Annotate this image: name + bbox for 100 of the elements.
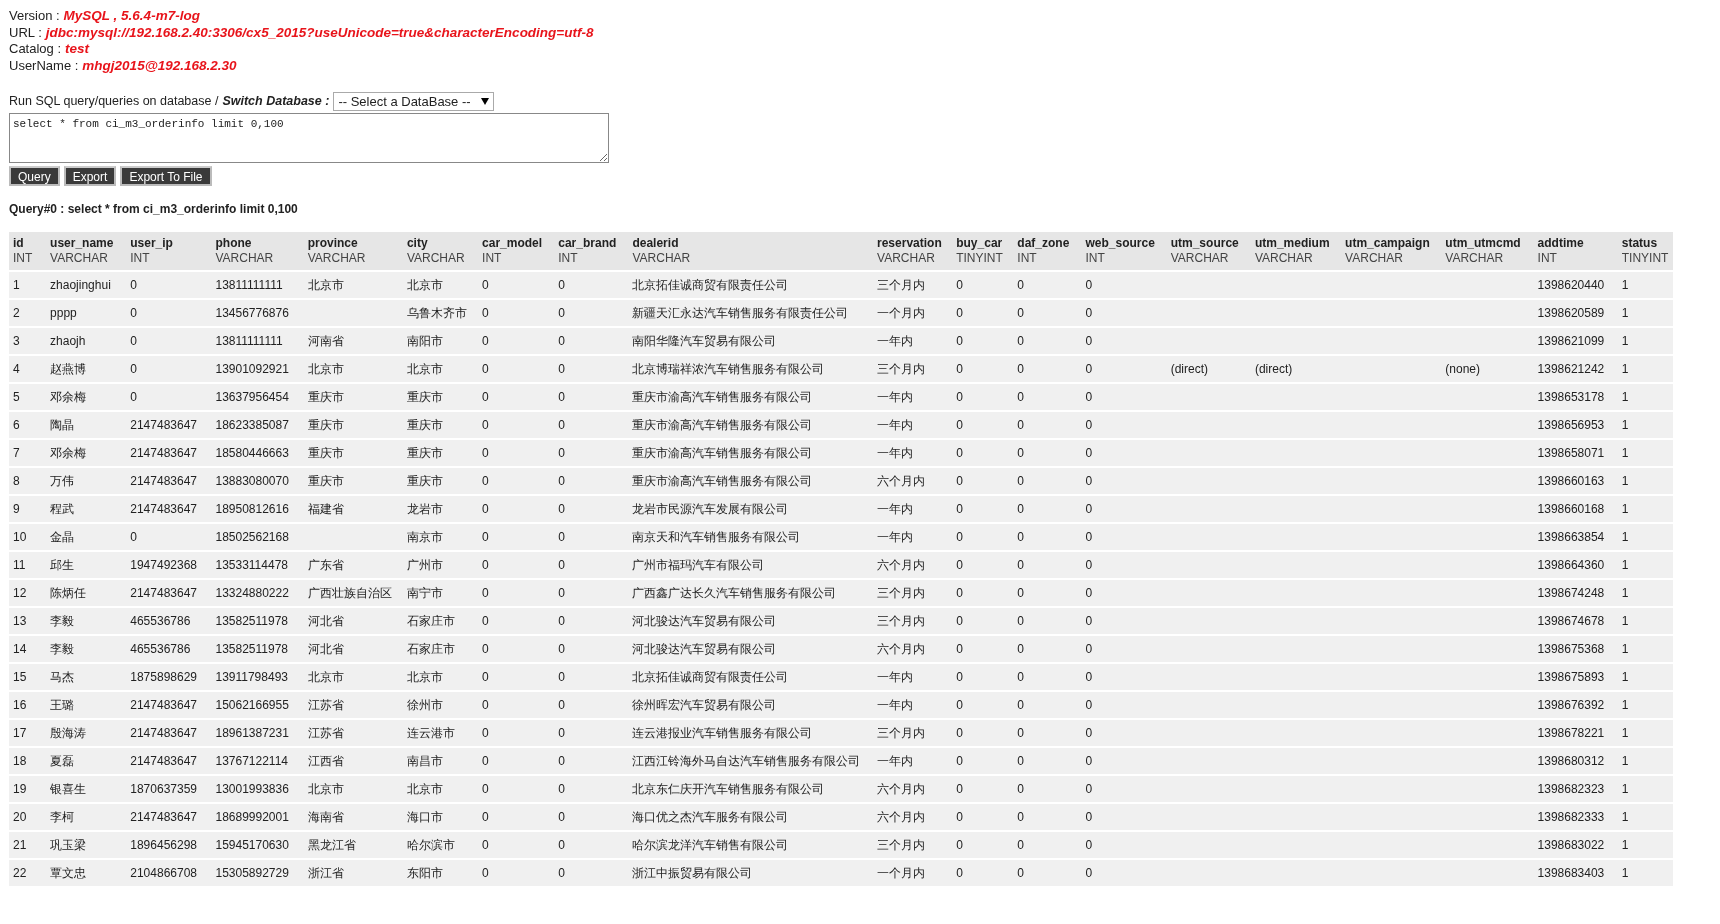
table-cell: 0: [956, 446, 963, 460]
table-cell: 0: [956, 334, 963, 348]
table-cell: 重庆市: [406, 446, 443, 460]
table-cell: 1: [1621, 390, 1629, 404]
table-cell: 1: [1621, 614, 1629, 628]
table-cell: 河北省: [307, 642, 344, 656]
table-cell: 1: [1621, 502, 1629, 516]
table-cell: 0: [130, 362, 137, 376]
table-cell: 0: [482, 586, 489, 600]
table-cell: 0: [558, 754, 565, 768]
column-type: VARCHAR: [1345, 251, 1404, 266]
table-cell: 2147483647: [130, 446, 197, 460]
table-cell: 0: [482, 278, 489, 292]
table-cell: 0: [482, 866, 489, 880]
table-cell: 1398680312: [1537, 754, 1605, 768]
table-cell: 3: [13, 334, 20, 348]
table-cell: 0: [1085, 418, 1093, 432]
table-cell: 18623385087: [215, 418, 289, 432]
table-cell: 13811111111: [215, 334, 283, 348]
table-cell: 海口优之杰汽车服务有限公司: [632, 810, 789, 824]
table-cell: 李毅: [50, 614, 75, 628]
table-cell: 南京市: [406, 530, 443, 544]
table-cell: 陶晶: [50, 418, 75, 432]
table-cell: zhaojh: [50, 334, 86, 348]
table-cell: 一年内: [877, 334, 913, 348]
table-cell: 0: [1085, 306, 1093, 320]
table-cell: 河南省: [307, 334, 344, 348]
table-cell: 14: [13, 642, 27, 656]
database-select[interactable]: -- Select a DataBase --: [333, 92, 494, 111]
table-cell: 13901092921: [215, 362, 289, 376]
action-button[interactable]: Query: [9, 166, 60, 186]
table-cell: 北京拓佳诚商贸有限责任公司: [632, 278, 789, 292]
column-name: province: [307, 236, 359, 251]
table-cell: 4: [13, 362, 20, 376]
table-cell: 15945170630: [215, 838, 289, 852]
table-cell: 1398621242: [1537, 362, 1605, 376]
table-cell: 0: [956, 866, 963, 880]
table-cell: 北京市: [406, 670, 443, 684]
table-cell: 1: [1621, 642, 1629, 656]
table-cell: 徐州市: [406, 698, 443, 712]
table-cell: 0: [558, 418, 565, 432]
sql-input-field[interactable]: select * from ci_m3_orderinfo limit 0,100: [9, 113, 609, 163]
table-cell: 0: [558, 698, 565, 712]
table-cell: 0: [558, 838, 565, 852]
caret-icon: [480, 98, 489, 105]
table-cell: 新疆天汇永达汽车销售服务有限责任公司: [632, 306, 849, 320]
table-cell: 0: [1017, 586, 1025, 600]
table-cell: 0: [1085, 502, 1093, 516]
table-cell: 南京天和汽车销售服务有限公司: [632, 530, 801, 544]
table-cell: 0: [558, 390, 565, 404]
table-cell: 金晶: [50, 530, 75, 544]
table-cell: 0: [558, 502, 565, 516]
table-cell: 0: [482, 614, 489, 628]
table-cell: 六个月内: [877, 642, 925, 656]
table-cell: 三个月内: [877, 838, 925, 852]
table-cell: 石家庄市: [406, 614, 455, 628]
table-cell: 万伟: [50, 474, 75, 488]
table-cell: 0: [1085, 530, 1093, 544]
table-cell: 殷海涛: [50, 726, 87, 740]
table-cell: 1: [1621, 362, 1629, 376]
table-cell: 0: [1085, 558, 1093, 572]
table-cell: 哈尔滨市: [406, 838, 455, 852]
table-cell: 一年内: [877, 502, 913, 516]
table-cell: 0: [482, 418, 489, 432]
table-cell: 0: [1085, 670, 1093, 684]
table-cell: 0: [956, 474, 963, 488]
table-cell: (direct): [1254, 362, 1293, 376]
table-cell: 0: [482, 530, 489, 544]
table-cell: 0: [1017, 726, 1025, 740]
table-cell: 黑龙江省: [307, 838, 356, 852]
column-name: utm_medium: [1254, 236, 1331, 251]
table-cell: 18961387231: [215, 726, 289, 740]
table-cell: 0: [1085, 838, 1093, 852]
table-cell: 1398674248: [1537, 586, 1605, 600]
info-value: mhgj2015@192.168.2.30: [82, 57, 237, 73]
table-cell: 1: [1621, 586, 1629, 600]
table-cell: 覃文忠: [50, 866, 87, 880]
table-cell: 1398620589: [1537, 306, 1605, 320]
table-cell: 0: [1017, 670, 1025, 684]
table-cell: 连云港市: [406, 726, 455, 740]
table-cell: 13637956454: [215, 390, 289, 404]
table-cell: 1: [1621, 866, 1629, 880]
table-cell: 0: [130, 530, 137, 544]
column-name: web_source: [1085, 236, 1156, 251]
table-cell: 17: [13, 726, 27, 740]
table-cell: 北京市: [406, 782, 443, 796]
table-cell: 1398683403: [1537, 866, 1605, 880]
table-cell: 重庆市: [307, 418, 344, 432]
column-name: dealerid: [632, 236, 680, 251]
column-type: INT: [1017, 251, 1038, 266]
table-cell: 0: [1017, 278, 1025, 292]
column-name: utm_campaign: [1345, 236, 1431, 251]
table-cell: 0: [1017, 698, 1025, 712]
action-button[interactable]: Export To File: [120, 166, 212, 186]
table-cell: 0: [956, 754, 963, 768]
table-cell: 邓余梅: [50, 446, 87, 460]
table-cell: 0: [482, 838, 489, 852]
table-cell: 巩玉梁: [50, 838, 87, 852]
action-button[interactable]: Export: [63, 166, 117, 186]
table-cell: 三个月内: [877, 278, 925, 292]
